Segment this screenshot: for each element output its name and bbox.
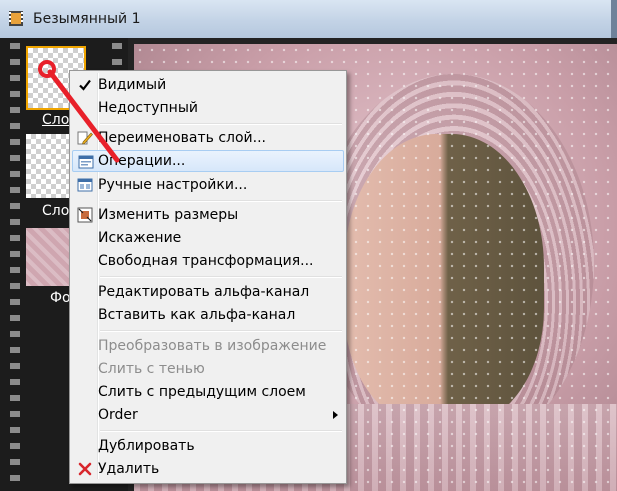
menu-item-rename[interactable]: Переименовать слой... (72, 127, 344, 149)
menu-item-resize[interactable]: Изменить размеры (72, 204, 344, 226)
operations-icon (78, 155, 94, 169)
menu-separator (100, 276, 342, 278)
menu-item-manual-settings[interactable]: Ручные настройки... (72, 174, 344, 196)
menu-item-distort[interactable]: Искажение (72, 227, 344, 249)
menu-separator (100, 123, 342, 125)
menu-separator (100, 200, 342, 202)
menu-separator (100, 430, 342, 432)
menu-item-merge-shadow: Слить с тенью (98, 361, 205, 377)
menu-item-merge-previous[interactable]: Слить с предыдущим слоем (72, 381, 344, 403)
submenu-arrow-icon (333, 411, 338, 419)
menu-item-convert: Преобразовать в изображение (98, 338, 327, 354)
layer-context-menu: Видимый Недоступный Переименовать слой..… (69, 70, 347, 484)
layer-label-background[interactable]: Фо (50, 290, 71, 306)
film-icon (9, 11, 23, 26)
menu-item-edit-alpha[interactable]: Редактировать альфа-канал (72, 281, 344, 303)
menu-item-order[interactable]: Order (72, 404, 344, 426)
window-title: Безымянный 1 (33, 11, 141, 27)
menu-item-locked[interactable]: Недоступный (72, 97, 344, 119)
film-strip-left (10, 38, 20, 491)
menu-item-free-transform[interactable]: Свободная трансформация... (72, 250, 344, 272)
menu-item-operations[interactable]: Операции... (72, 150, 344, 172)
layer-label-2[interactable]: Сло (42, 203, 69, 219)
layer-label-1[interactable]: Сло (42, 112, 69, 128)
resize-icon (77, 207, 93, 223)
window-titlebar: Безымянный 1 (0, 0, 617, 39)
menu-item-visible[interactable]: Видимый (72, 74, 344, 96)
menu-item-paste-alpha[interactable]: Вставить как альфа-канал (72, 304, 344, 326)
menu-separator (100, 330, 342, 332)
menu-item-duplicate[interactable]: Дублировать (72, 435, 344, 457)
pencil-icon (77, 131, 93, 145)
menu-item-delete[interactable]: Удалить (72, 458, 344, 480)
delete-x-icon (78, 462, 92, 476)
titlebar-edge (611, 0, 617, 38)
manual-settings-icon (77, 178, 93, 192)
checkmark-icon (79, 79, 91, 91)
